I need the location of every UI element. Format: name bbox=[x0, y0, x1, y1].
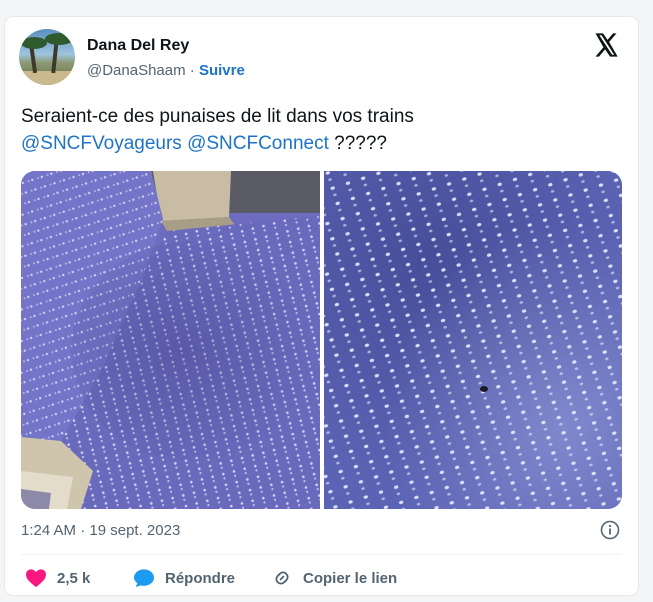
seat-photo-left[interactable] bbox=[21, 171, 320, 509]
copy-link-button[interactable]: Copier le lien bbox=[271, 565, 397, 591]
reply-label: Répondre bbox=[165, 569, 236, 587]
x-logo-icon[interactable] bbox=[592, 31, 620, 59]
tweet-card: Dana Del Rey @DanaShaam · Suivre Seraien… bbox=[5, 17, 638, 595]
like-button[interactable]: 2,5 k bbox=[25, 565, 90, 591]
author-name[interactable]: Dana Del Rey bbox=[87, 37, 189, 55]
tweet-header: Dana Del Rey @DanaShaam · Suivre bbox=[19, 29, 624, 89]
handle-separator: · bbox=[189, 62, 195, 79]
timestamp[interactable]: 1:24 AM · 19 sept. 2023 bbox=[21, 522, 180, 539]
mention-sncf-connect[interactable]: @SNCFConnect bbox=[187, 133, 329, 154]
heart-icon bbox=[26, 569, 46, 588]
speech-bubble-icon bbox=[134, 569, 154, 588]
info-icon[interactable] bbox=[600, 520, 620, 540]
tweet-text-line1: Seraient-ce des punaises de lit dans vos… bbox=[21, 106, 414, 127]
reply-button[interactable]: Répondre bbox=[133, 565, 235, 591]
follow-button[interactable]: Suivre bbox=[199, 62, 245, 79]
tweet-text: Seraient-ce des punaises de lit dans vos… bbox=[21, 103, 621, 157]
divider bbox=[21, 554, 622, 555]
meta-separator: · bbox=[80, 522, 86, 539]
link-icon bbox=[275, 571, 289, 585]
mention-sncf-voyageurs[interactable]: @SNCFVoyageurs bbox=[21, 133, 182, 154]
copy-link-label: Copier le lien bbox=[303, 569, 398, 587]
author-handle[interactable]: @DanaShaam bbox=[87, 62, 186, 79]
author-handle-row: @DanaShaam · Suivre bbox=[87, 62, 245, 79]
tweet-time: 1:24 AM bbox=[21, 522, 77, 539]
tweet-actions: 2,5 k Répondre Copier le lien bbox=[21, 565, 622, 591]
tweet-media[interactable] bbox=[21, 171, 622, 509]
bug-spot bbox=[480, 386, 488, 392]
tweet-date: 19 sept. 2023 bbox=[89, 522, 181, 539]
tweet-meta: 1:24 AM · 19 sept. 2023 bbox=[21, 520, 622, 542]
like-count: 2,5 k bbox=[57, 569, 91, 587]
avatar[interactable] bbox=[19, 29, 75, 85]
tweet-text-suffix: ????? bbox=[328, 133, 387, 154]
seat-photo-right[interactable] bbox=[324, 171, 622, 509]
